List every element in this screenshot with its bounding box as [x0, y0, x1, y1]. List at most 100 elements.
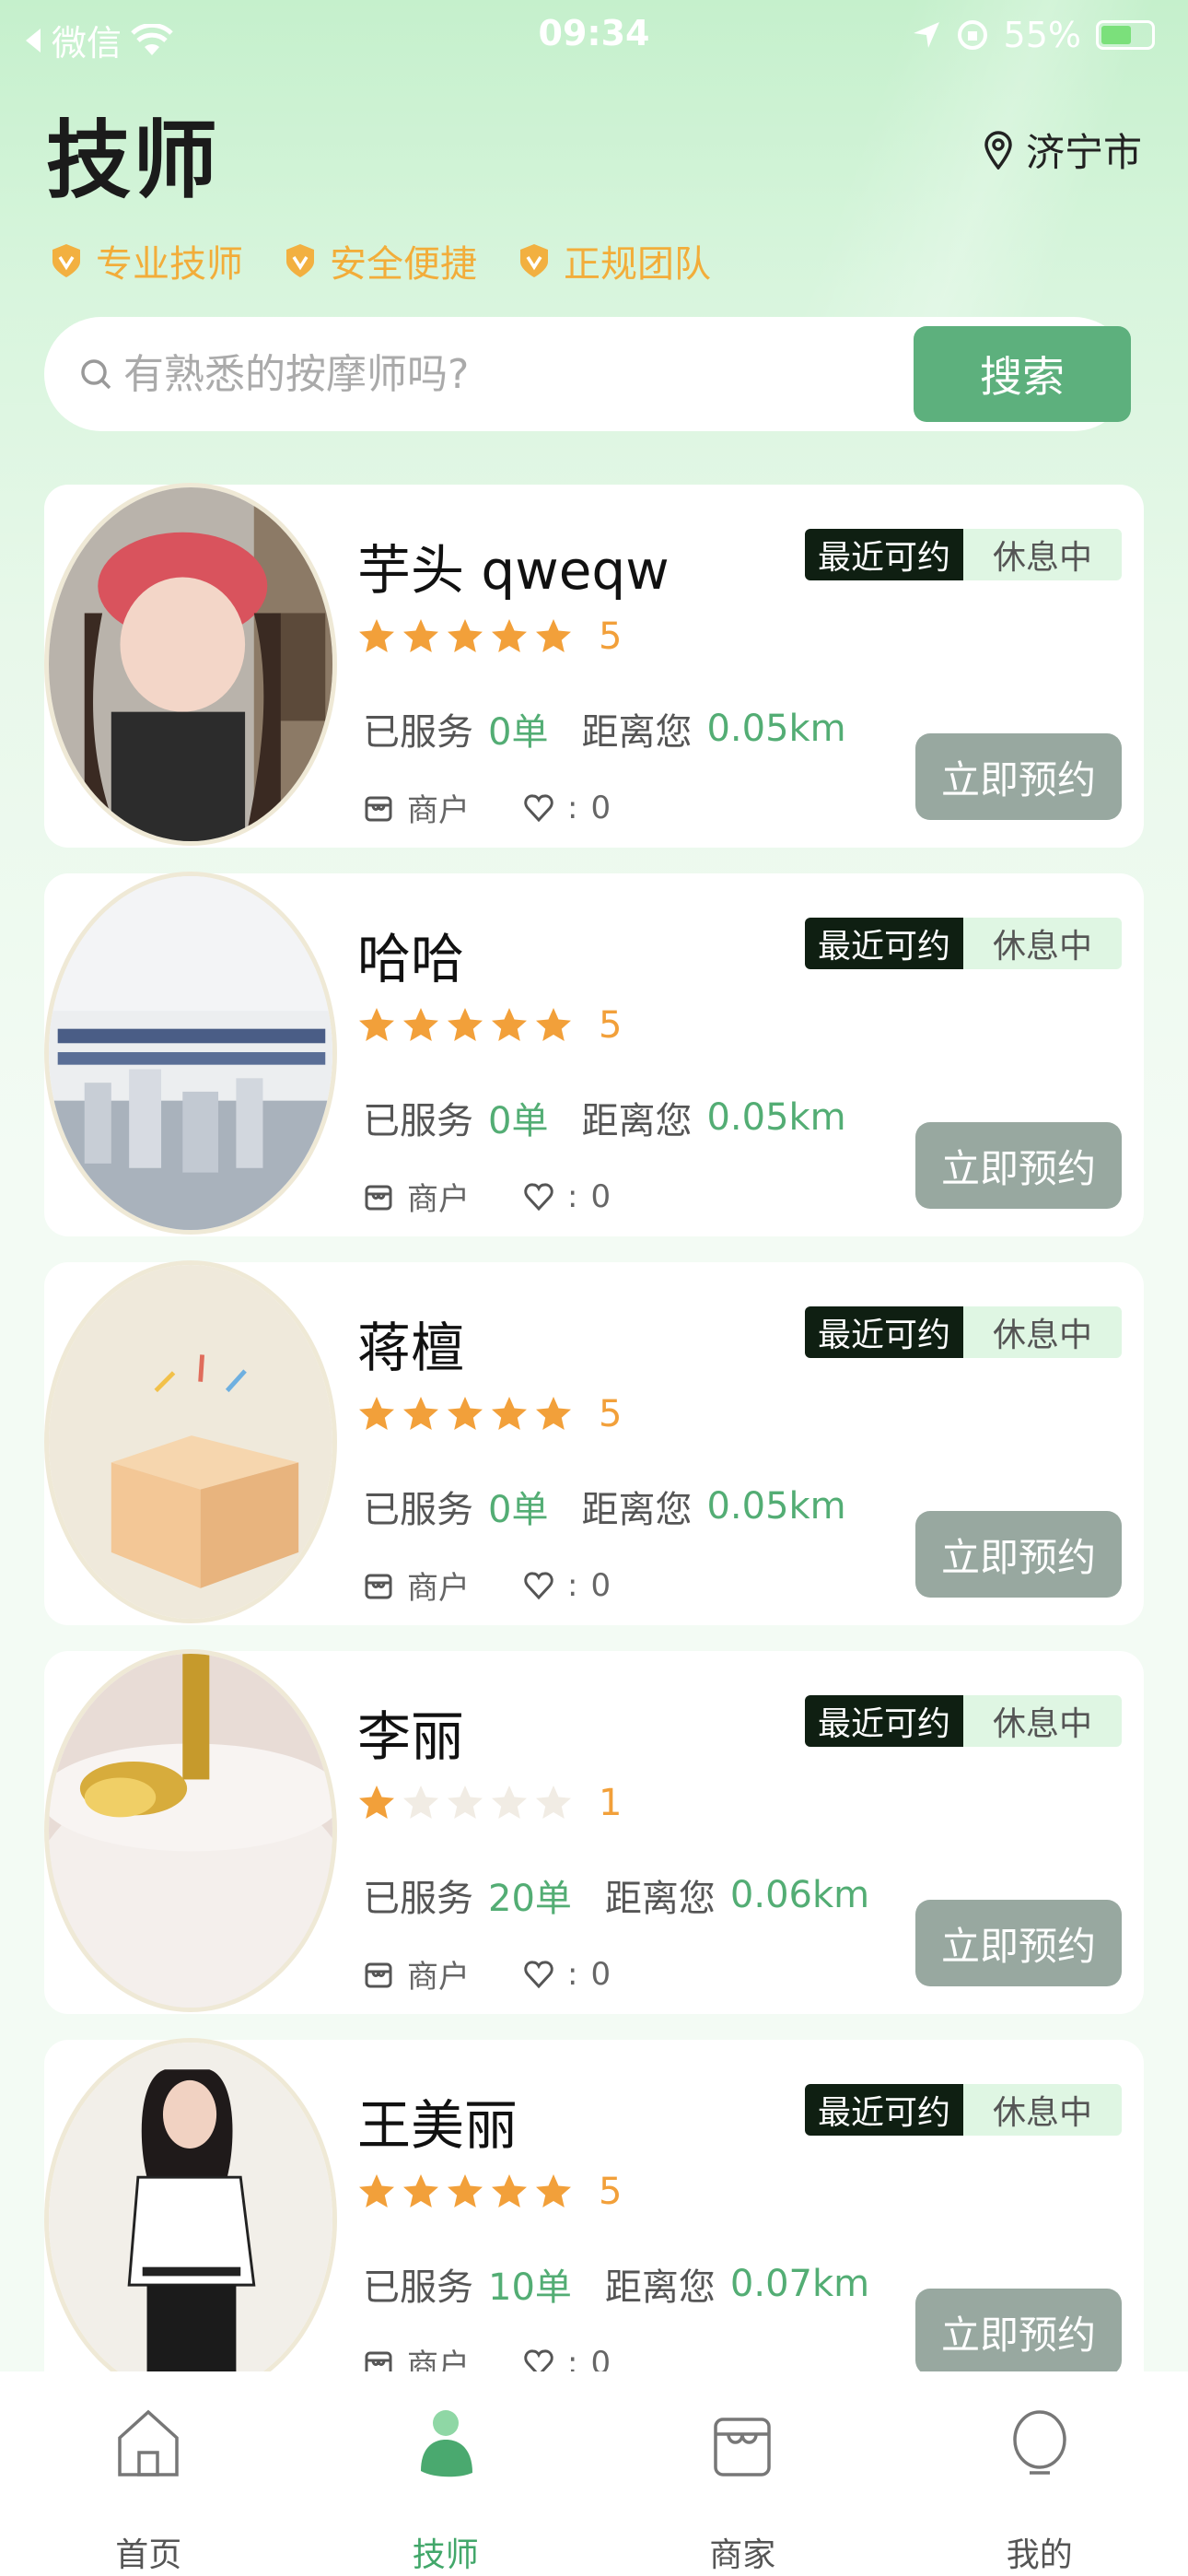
star-icon — [359, 619, 394, 652]
star-icon — [492, 1786, 527, 1819]
tab-label: 技师 — [412, 2536, 479, 2574]
tab-merchant[interactable]: 商家 — [594, 2371, 891, 2576]
like-count: 0 — [590, 1566, 611, 1604]
served-label: 已服务 — [363, 1100, 473, 1142]
served-count: 20单 — [488, 1878, 572, 1920]
availability-status: 最近可约 休息中 — [804, 918, 1122, 969]
star-icon — [492, 1397, 527, 1430]
star-icon — [448, 1397, 483, 1430]
technician-avatar — [44, 872, 337, 1235]
heart-icon[interactable] — [523, 1181, 554, 1212]
recent-available-label: 最近可约 — [804, 1695, 963, 1747]
tab-profile[interactable]: 我的 — [891, 2371, 1188, 2576]
battery-percent: 55% — [1003, 15, 1081, 55]
resting-label: 休息中 — [962, 2084, 1122, 2136]
status-bar: 微信 09:34 55% — [0, 0, 1188, 74]
availability-status: 最近可约 休息中 — [804, 1695, 1122, 1747]
recent-available-label: 最近可约 — [804, 918, 963, 969]
served-count: 0单 — [488, 1489, 549, 1531]
rating-score: 1 — [599, 1782, 623, 1824]
rating-score: 5 — [599, 2171, 623, 2213]
book-now-button[interactable]: 立即预约 — [915, 733, 1122, 820]
served-count: 0单 — [488, 1100, 549, 1142]
distance-label: 距离您 — [604, 2266, 716, 2309]
book-now-button[interactable]: 立即预约 — [915, 1511, 1122, 1598]
tab-home[interactable]: 首页 — [0, 2371, 297, 2576]
availability-status: 最近可约 休息中 — [804, 1306, 1122, 1358]
search-button[interactable]: 搜索 — [914, 326, 1131, 422]
search-input[interactable] — [123, 335, 934, 413]
tab-label: 商家 — [709, 2536, 776, 2574]
book-now-button[interactable]: 立即预约 — [915, 2289, 1122, 2375]
distance-value: 0.05km — [706, 1096, 846, 1139]
technician-name: 王美丽 — [357, 2094, 518, 2157]
book-now-button[interactable]: 立即预约 — [915, 1900, 1122, 1986]
rating-score: 5 — [599, 1004, 623, 1047]
like-count: 0 — [590, 1177, 611, 1215]
like-count: 0 — [590, 1955, 611, 1993]
page-title: 技师 — [46, 111, 220, 210]
star-icon — [536, 1397, 571, 1430]
rating-score: 5 — [599, 615, 623, 658]
star-icon — [448, 1008, 483, 1041]
card-meta: 商户 : 0 — [363, 1951, 611, 1996]
service-stats: 已服务 0单 距离您 0.05km — [363, 702, 846, 755]
technician-avatar — [44, 1260, 337, 1623]
feature-tag-label: 专业技师 — [96, 243, 243, 286]
tab-label: 首页 — [115, 2536, 182, 2574]
star-rating: 1 — [357, 1782, 622, 1824]
technician-card[interactable]: 李丽 最近可约 休息中 1 已服务 20单 距离您 0.06km 商户 : 0 — [44, 1649, 1144, 2014]
merchant-label: 商户 — [407, 1959, 470, 1996]
technician-card[interactable]: 哈哈 最近可约 休息中 5 已服务 0单 距离您 0.05km 商户 : 0 立 — [44, 872, 1144, 1236]
tab-technician[interactable]: 技师 — [297, 2371, 595, 2576]
star-icon — [536, 619, 571, 652]
distance-label: 距离您 — [581, 1489, 693, 1531]
merchant-label: 商户 — [407, 1181, 470, 1218]
star-rating: 5 — [357, 615, 622, 658]
star-icon — [536, 1786, 571, 1819]
star-icon — [403, 2174, 438, 2207]
availability-status: 最近可约 休息中 — [804, 529, 1122, 580]
star-icon — [359, 1786, 394, 1819]
card-meta: 商户 : 0 — [363, 785, 611, 830]
like-separator: : — [567, 789, 578, 826]
distance-label: 距离您 — [581, 711, 693, 754]
feature-tag: 专业技师 — [50, 234, 243, 287]
heart-icon[interactable] — [523, 792, 554, 824]
store-icon — [714, 2418, 771, 2476]
like-separator: : — [567, 1177, 578, 1215]
resting-label: 休息中 — [962, 1306, 1122, 1358]
star-icon — [448, 1786, 483, 1819]
technician-name: 蒋檀 — [357, 1317, 465, 1379]
heart-icon[interactable] — [523, 1570, 554, 1601]
star-icon — [359, 1008, 394, 1041]
technician-name: 芋头 qweqw — [357, 539, 670, 602]
rating-score: 5 — [599, 1393, 623, 1435]
distance-value: 0.05km — [706, 1485, 846, 1528]
star-icon — [536, 1008, 571, 1041]
service-stats: 已服务 0单 距离您 0.05km — [363, 1480, 846, 1533]
merchant-label: 商户 — [407, 1570, 470, 1607]
feature-tag-label: 正规团队 — [564, 243, 711, 286]
shop-icon — [365, 1574, 392, 1598]
location-arrow-icon — [913, 22, 939, 48]
location-selector[interactable]: 济宁市 — [984, 122, 1142, 178]
distance-value: 0.06km — [729, 1874, 870, 1916]
star-icon — [403, 1008, 438, 1041]
feature-tag: 正规团队 — [518, 234, 711, 287]
technician-avatar — [44, 1649, 337, 2012]
card-meta: 商户 : 0 — [363, 1174, 611, 1219]
technician-card[interactable]: 蒋檀 最近可约 休息中 5 已服务 0单 距离您 0.05km 商户 : 0 立 — [44, 1260, 1144, 1625]
technician-card[interactable]: 芋头 qweqw 最近可约 休息中 5 已服务 0单 距离您 0.05km 商户… — [44, 483, 1144, 848]
star-icon — [448, 2174, 483, 2207]
verified-badge-icon — [52, 244, 80, 277]
like-separator: : — [567, 1955, 578, 1993]
star-icon — [403, 1397, 438, 1430]
heart-icon[interactable] — [523, 1959, 554, 1990]
served-count: 10单 — [488, 2266, 572, 2309]
shop-icon — [365, 796, 392, 821]
served-label: 已服务 — [363, 2266, 473, 2309]
recent-available-label: 最近可约 — [804, 529, 963, 580]
location-label: 济宁市 — [1025, 130, 1142, 175]
book-now-button[interactable]: 立即预约 — [915, 1122, 1122, 1209]
